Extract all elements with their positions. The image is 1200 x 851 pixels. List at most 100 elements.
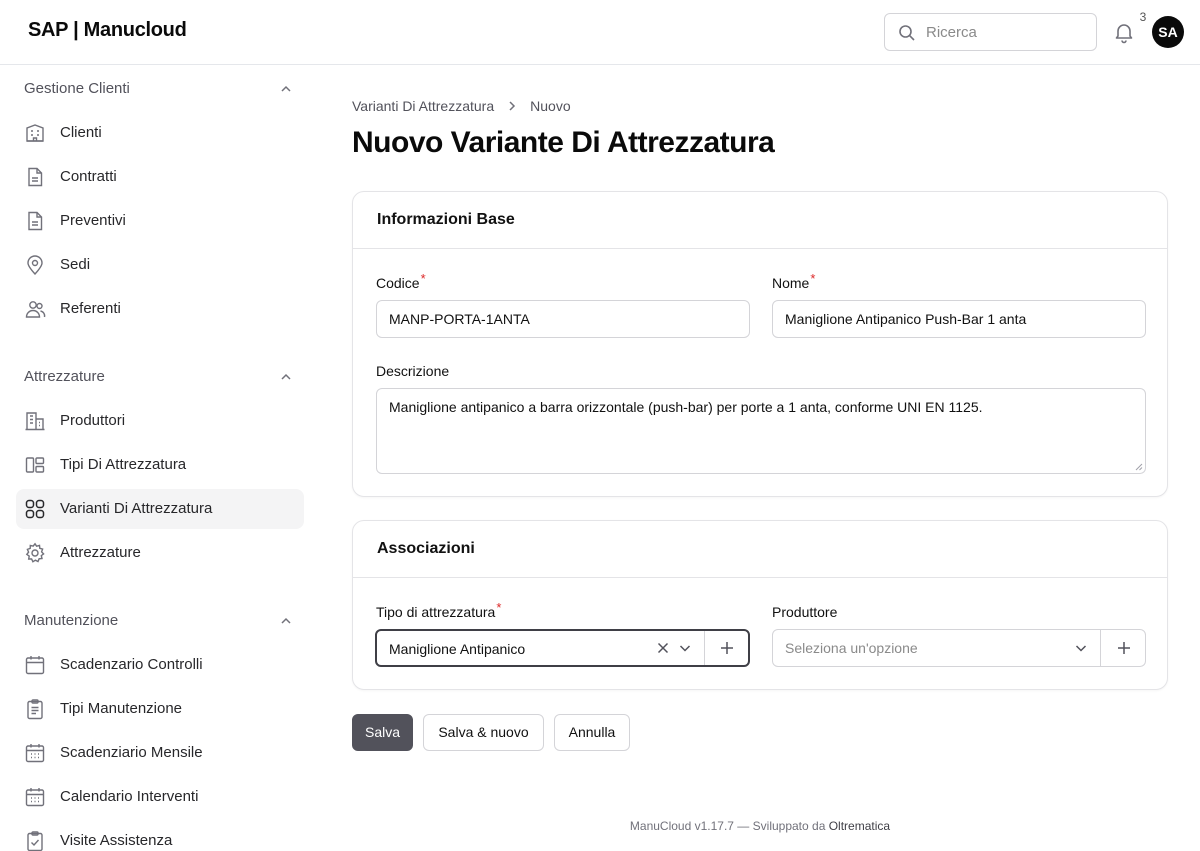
calendar-icon — [25, 656, 45, 675]
sidebar-group-attrezzature[interactable]: Attrezzature — [24, 366, 296, 388]
descrizione-value: Maniglione antipanico a barra orizzontal… — [389, 399, 983, 415]
sidebar-item-label: Scadenzario Controlli — [60, 656, 203, 673]
tipo-attrezzatura-select[interactable]: Maniglione Antipanico — [375, 629, 750, 667]
clipboard-check-icon — [27, 831, 43, 851]
base-info-card: Informazioni Base Codice* MANP-PORTA-1AN… — [352, 191, 1168, 497]
required-mark: * — [810, 271, 816, 286]
document-icon — [28, 167, 43, 187]
save-button[interactable]: Salva — [352, 714, 413, 751]
sidebar-item-label: Varianti Di Attrezzatura — [60, 500, 213, 517]
sidebar-item-tipi-manutenzione[interactable]: Tipi Manutenzione — [16, 689, 304, 729]
produttore-placeholder: Seleziona un'opzione — [785, 640, 918, 656]
chevron-up-icon[interactable] — [280, 371, 292, 383]
sidebar-group-title: Attrezzature — [24, 368, 105, 385]
nome-label: Nome* — [772, 271, 816, 293]
grid-circles-icon — [25, 499, 45, 519]
sidebar-item-varianti-di-attrezzatura[interactable]: Varianti Di Attrezzatura — [16, 489, 304, 529]
descrizione-textarea[interactable]: Maniglione antipanico a barra orizzontal… — [376, 388, 1146, 474]
sidebar-item-contratti[interactable]: Contratti — [16, 157, 304, 197]
sidebar-item-label: Sedi — [60, 256, 91, 273]
document-icon — [28, 211, 43, 231]
building-icon — [26, 124, 44, 142]
calendar-days-icon — [25, 788, 45, 807]
select-divider — [1100, 630, 1101, 666]
save-and-new-button[interactable]: Salva & nuovo — [423, 714, 544, 751]
sidebar-item-calendario-interventi[interactable]: Calendario Interventi — [16, 777, 304, 817]
users-icon — [25, 301, 46, 318]
chevron-right-icon — [494, 97, 530, 115]
sidebar-item-referenti[interactable]: Referenti — [16, 289, 304, 329]
sidebar-item-label: Contratti — [60, 168, 117, 185]
shapes-icon — [25, 457, 45, 473]
plus-icon[interactable] — [1116, 640, 1132, 656]
footer: ManuCloud v1.17.7 — Sviluppato da Oltrem… — [352, 819, 1168, 833]
nome-label-text: Nome — [772, 275, 810, 291]
map-pin-icon — [27, 255, 43, 276]
notification-count-badge: 3 — [1134, 8, 1152, 26]
descrizione-label: Descrizione — [376, 363, 450, 379]
required-mark: * — [496, 600, 502, 615]
sidebar-item-label: Scadenziario Mensile — [60, 744, 203, 761]
nome-field[interactable]: Maniglione Antipanico Push-Bar 1 anta — [772, 300, 1146, 338]
sidebar-item-label: Attrezzature — [60, 544, 141, 561]
required-mark: * — [420, 271, 426, 286]
card-title: Associazioni — [353, 521, 1167, 578]
search-placeholder: Ricerca — [926, 24, 977, 41]
codice-field[interactable]: MANP-PORTA-1ANTA — [376, 300, 750, 338]
tipo-attrezzatura-value: Maniglione Antipanico — [389, 641, 526, 657]
resize-handle-icon[interactable] — [1135, 463, 1143, 471]
chevron-up-icon[interactable] — [280, 615, 292, 627]
sidebar-item-label: Clienti — [60, 124, 102, 141]
clipboard-icon — [27, 699, 43, 720]
footer-text: ManuCloud v1.17.7 — Sviluppato da — [629, 819, 826, 833]
card-title: Informazioni Base — [353, 192, 1167, 249]
sidebar-item-label: Tipi Di Attrezzatura — [60, 456, 187, 473]
sidebar-item-clienti[interactable]: Clienti — [16, 113, 304, 153]
sidebar-item-label: Preventivi — [60, 212, 126, 229]
breadcrumb-parent-link[interactable]: Varianti Di Attrezzatura — [352, 98, 494, 114]
brand-logo[interactable]: SAP | Manucloud — [28, 19, 187, 42]
sidebar-item-preventivi[interactable]: Preventivi — [16, 201, 304, 241]
office-building-icon — [25, 412, 45, 431]
codice-label: Codice* — [376, 271, 426, 293]
sidebar-item-scadenzario-controlli[interactable]: Scadenzario Controlli — [16, 645, 304, 685]
sidebar-item-sedi[interactable]: Sedi — [16, 245, 304, 285]
user-avatar[interactable]: SA — [1152, 16, 1184, 48]
footer-link[interactable]: Oltrematica — [829, 819, 890, 833]
breadcrumb-current: Nuovo — [530, 98, 571, 114]
select-divider — [704, 631, 705, 665]
produttore-select[interactable]: Seleziona un'opzione — [772, 629, 1146, 667]
chevron-down-icon[interactable] — [1073, 640, 1089, 656]
associations-card: Associazioni Tipo di attrezzatura* Manig… — [352, 520, 1168, 690]
sidebar-group-manutenzione[interactable]: Manutenzione — [24, 610, 296, 632]
top-bar: SAP | Manucloud Ricerca 3 SA — [0, 0, 1200, 65]
plus-icon[interactable] — [719, 640, 735, 656]
sidebar: Gestione Clienti Clienti Contratti Preve… — [0, 65, 320, 851]
sidebar-group-gestione-clienti[interactable]: Gestione Clienti — [24, 78, 296, 100]
chevron-up-icon[interactable] — [280, 83, 292, 95]
sidebar-item-attrezzature[interactable]: Attrezzature — [16, 533, 304, 573]
bell-icon[interactable] — [1112, 20, 1136, 44]
sidebar-item-label: Referenti — [60, 300, 121, 317]
clear-icon[interactable] — [655, 640, 671, 656]
sidebar-item-visite-assistenza[interactable]: Visite Assistenza — [16, 821, 304, 851]
codice-label-text: Codice — [376, 275, 420, 291]
sidebar-item-label: Visite Assistenza — [60, 832, 173, 849]
breadcrumb: Varianti Di Attrezzatura Nuovo — [352, 97, 571, 115]
chevron-down-icon[interactable] — [677, 640, 693, 656]
sidebar-item-label: Tipi Manutenzione — [60, 700, 183, 717]
page-title: Nuovo Variante Di Attrezzatura — [352, 126, 775, 159]
calendar-days-icon — [25, 744, 45, 763]
search-input[interactable]: Ricerca — [884, 13, 1097, 51]
sidebar-group-title: Manutenzione — [24, 612, 119, 629]
cancel-button[interactable]: Annulla — [554, 714, 630, 751]
tipo-label-text: Tipo di attrezzatura — [376, 604, 496, 620]
sidebar-item-label: Calendario Interventi — [60, 788, 199, 805]
produttore-label: Produttore — [772, 604, 838, 620]
sidebar-item-scadenziario-mensile[interactable]: Scadenziario Mensile — [16, 733, 304, 773]
sidebar-item-produttori[interactable]: Produttori — [16, 401, 304, 441]
gear-icon — [25, 542, 45, 563]
sidebar-item-tipi-di-attrezzatura[interactable]: Tipi Di Attrezzatura — [16, 445, 304, 485]
search-icon — [899, 25, 915, 41]
sidebar-item-label: Produttori — [60, 412, 126, 429]
